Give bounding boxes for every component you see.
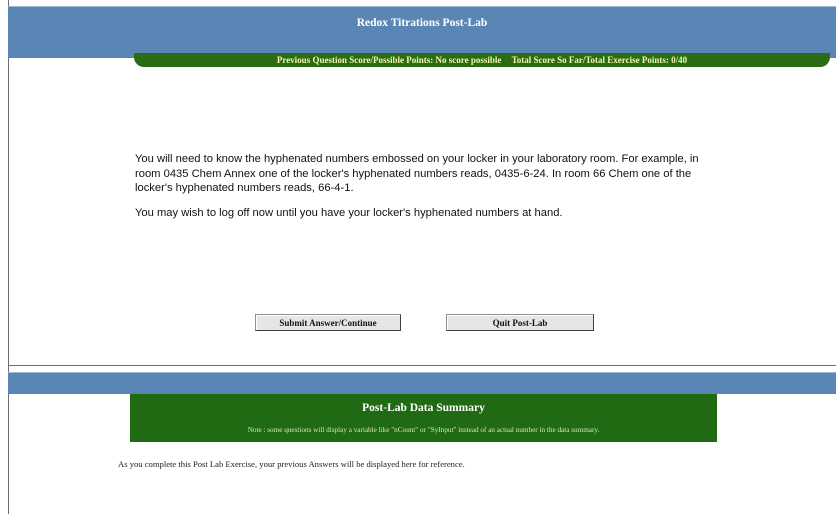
total-score-text: Total Score So Far/Total Exercise Points… [511,55,688,65]
quit-post-lab-button[interactable]: Quit Post-Lab [446,314,594,331]
instruction-paragraph-2: You may wish to log off now until you ha… [135,206,563,219]
instruction-paragraph-1: You will need to know the hyphenated num… [135,153,699,194]
score-bar: Previous Question Score/Possible Points:… [134,53,830,67]
header-band [8,6,836,58]
data-summary-panel: Post-Lab Data Summary Note : some questi… [130,394,717,442]
footer-band [8,372,836,394]
data-summary-note: Note : some questions will display a var… [247,426,600,434]
instruction-message: You will need to know the hyphenated num… [135,152,720,230]
divider [8,365,836,366]
data-summary-title: Post-Lab Data Summary [362,402,485,414]
page-title: Redox Titrations Post-Lab [356,17,488,29]
submit-answer-button[interactable]: Submit Answer/Continue [255,314,401,331]
previous-score-text: Previous Question Score/Possible Points:… [276,55,502,65]
previous-answers-text: As you complete this Post Lab Exercise, … [118,459,465,469]
